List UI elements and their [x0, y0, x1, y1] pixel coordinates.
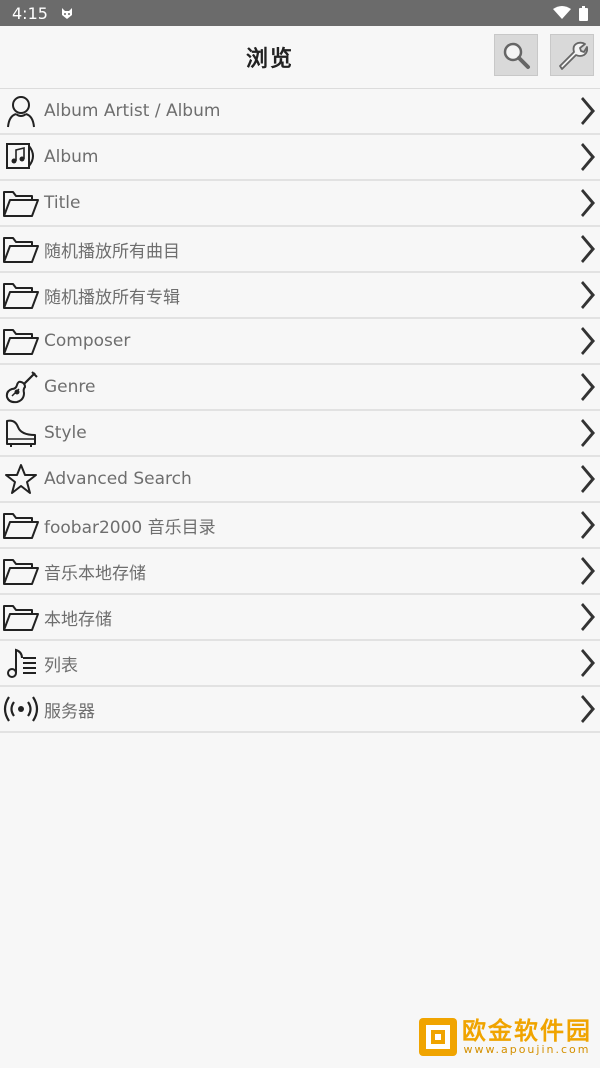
wifi-icon	[553, 6, 571, 19]
app-header: 浏览	[0, 26, 600, 89]
guitar-icon	[1, 368, 41, 406]
list-item[interactable]: Title	[0, 181, 600, 227]
chevron-right-icon	[581, 649, 595, 677]
chevron-right-icon	[581, 465, 595, 493]
list-item-label: Advanced Search	[44, 469, 192, 489]
chevron-right-icon	[581, 281, 595, 309]
chevron-right-icon	[581, 603, 595, 631]
chevron-right-icon	[581, 143, 595, 171]
piano-icon	[1, 414, 41, 452]
list-item[interactable]: Album Artist / Album	[0, 89, 600, 135]
list-item[interactable]: Album	[0, 135, 600, 181]
page-title: 浏览	[245, 47, 294, 72]
list-item[interactable]: Advanced Search	[0, 457, 600, 503]
person-icon	[1, 92, 41, 130]
list-item[interactable]: 服务器	[0, 687, 600, 733]
broadcast-icon	[1, 690, 41, 728]
list-item-label: 随机播放所有曲目	[44, 241, 180, 262]
playlist-icon	[1, 644, 41, 682]
chevron-right-icon	[581, 419, 595, 447]
list-item-label: 服务器	[44, 701, 95, 722]
list-item[interactable]: 随机播放所有专辑	[0, 273, 600, 319]
list-item[interactable]: Style	[0, 411, 600, 457]
battery-icon	[579, 5, 588, 21]
folder-icon	[1, 230, 41, 268]
watermark: 欧金软件园 www.apoujin.com	[418, 1014, 592, 1060]
list-item-label: Album	[44, 147, 99, 167]
list-item-label: Title	[44, 193, 81, 213]
folder-icon	[1, 322, 41, 360]
album-icon	[1, 138, 41, 176]
list-item[interactable]: 本地存储	[0, 595, 600, 641]
chevron-right-icon	[581, 373, 595, 401]
list-item[interactable]: 列表	[0, 641, 600, 687]
chevron-right-icon	[581, 97, 595, 125]
folder-icon	[1, 506, 41, 544]
watermark-subtitle: www.apoujin.com	[463, 1043, 591, 1056]
chevron-right-icon	[581, 695, 595, 723]
watermark-title: 欧金软件园	[462, 1017, 592, 1045]
list-item-label: Album Artist / Album	[44, 101, 221, 121]
browse-list: Album Artist / Album Album Title 随机播放所有曲目 随机…	[0, 89, 600, 733]
status-time: 4:15	[12, 3, 48, 23]
status-bar: 4:15	[0, 0, 600, 26]
list-item-label: Genre	[44, 377, 96, 397]
chevron-right-icon	[581, 235, 595, 263]
star-icon	[1, 460, 41, 498]
list-item-label: foobar2000 音乐目录	[44, 517, 216, 538]
list-item[interactable]: Composer	[0, 319, 600, 365]
watermark-logo-icon	[419, 1018, 457, 1056]
list-item[interactable]: foobar2000 音乐目录	[0, 503, 600, 549]
list-item-label: Composer	[44, 331, 131, 351]
settings-button[interactable]	[550, 34, 594, 76]
search-icon	[503, 42, 530, 69]
chevron-right-icon	[581, 511, 595, 539]
list-item-label: 本地存储	[44, 609, 112, 630]
list-item[interactable]: 随机播放所有曲目	[0, 227, 600, 273]
list-item-label: 音乐本地存储	[44, 563, 146, 584]
folder-icon	[1, 184, 41, 222]
list-item[interactable]: Genre	[0, 365, 600, 411]
wrench-icon	[559, 41, 588, 70]
folder-icon	[1, 552, 41, 590]
chevron-right-icon	[581, 327, 595, 355]
chevron-right-icon	[581, 557, 595, 585]
app-notification-icon	[61, 8, 72, 19]
folder-icon	[1, 598, 41, 636]
folder-icon	[1, 276, 41, 314]
list-item[interactable]: 音乐本地存储	[0, 549, 600, 595]
list-item-label: Style	[44, 423, 87, 443]
search-button[interactable]	[494, 34, 538, 76]
chevron-right-icon	[581, 189, 595, 217]
list-item-label: 随机播放所有专辑	[44, 287, 180, 308]
list-item-label: 列表	[44, 655, 78, 676]
